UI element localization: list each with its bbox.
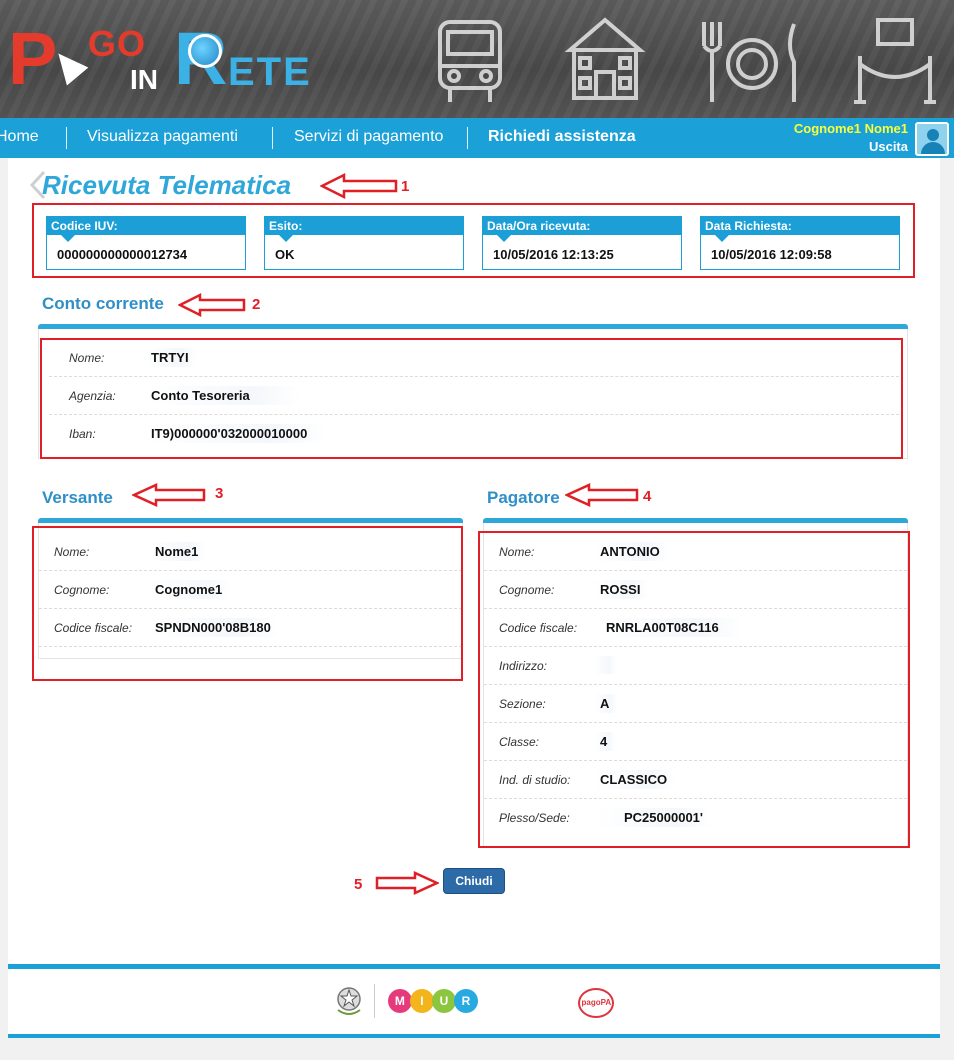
main-nav: Home Visualizza pagamenti Servizi di pag…: [0, 118, 954, 158]
annotation-arrow-2: [178, 292, 246, 318]
codice-iuv-value: 000000000000012734: [57, 247, 188, 262]
pagoinrete-logo[interactable]: P GO IN R ETE: [8, 20, 318, 100]
school-building-icon: [564, 17, 646, 100]
miur-letter: I: [409, 989, 434, 1013]
footer-logos: M I U R pagoPA: [334, 984, 615, 1023]
annotation-number-1: 1: [401, 178, 410, 195]
nav-richiedi-assistenza[interactable]: Richiedi assistenza: [488, 118, 636, 158]
esito-value: OK: [275, 247, 295, 262]
museum-rope-icon: [854, 18, 936, 104]
annotation-number-2: 2: [252, 296, 261, 313]
miur-letter: U: [431, 989, 456, 1013]
data-ricevuta-label: Data/Ora ricevuta:: [483, 217, 681, 242]
nav-divider: [272, 127, 273, 149]
nav-home[interactable]: Home: [0, 118, 39, 158]
logout-link[interactable]: Uscita: [869, 139, 908, 154]
annotation-number-5: 5: [354, 876, 363, 893]
annotation-arrow-3: [132, 483, 206, 507]
miur-letter: R: [453, 989, 478, 1013]
footer-top-line: [8, 964, 940, 969]
annotation-number-4: 4: [643, 488, 652, 505]
main-content: Ricevuta Telematica 1 Codice IUV: 000000…: [8, 158, 940, 1038]
annotation-number-3: 3: [215, 485, 224, 502]
header-banner: P GO IN R ETE: [0, 0, 954, 118]
close-button[interactable]: Chiudi: [443, 868, 505, 894]
pagatore-title: Pagatore: [487, 488, 560, 507]
data-richiesta-label: Data Richiesta:: [701, 217, 899, 242]
globe-icon: [188, 34, 222, 68]
nav-divider: [66, 127, 67, 149]
annotation-arrow-1: [320, 172, 398, 200]
nav-visualizza-pagamenti[interactable]: Visualizza pagamenti: [87, 118, 238, 158]
data-ricevuta-card: Data/Ora ricevuta: 10/05/2016 12:13:25: [482, 216, 682, 270]
school-bus-icon: [438, 20, 502, 102]
logo-go: GO: [88, 23, 147, 64]
miur-logo: M I U R: [387, 989, 478, 1013]
codice-iuv-card: Codice IUV: 000000000000012734: [46, 216, 246, 270]
data-ricevuta-value: 10/05/2016 12:13:25: [493, 247, 614, 262]
conto-corrente-title: Conto corrente: [42, 294, 164, 313]
logo-in: IN: [130, 64, 158, 95]
nav-divider: [467, 127, 468, 149]
data-richiesta-value: 10/05/2016 12:09:58: [711, 247, 832, 262]
user-avatar-icon[interactable]: [915, 122, 949, 156]
codice-iuv-label: Codice IUV:: [47, 217, 245, 242]
footer-divider: [374, 984, 376, 1018]
annotation-arrow-4: [565, 483, 639, 507]
annotation-box-3: [32, 526, 463, 681]
logo-ete: ETE: [228, 50, 312, 94]
page-title: Ricevuta Telematica: [42, 170, 292, 200]
pagopa-logo: pagoPA: [578, 988, 615, 1018]
nav-servizi-pagamento[interactable]: Servizi di pagamento: [294, 118, 443, 158]
esito-label: Esito:: [265, 217, 463, 242]
footer-bottom-line: [8, 1034, 940, 1038]
annotation-arrow-5: [375, 871, 439, 895]
user-name: Cognome1 Nome1: [793, 121, 908, 136]
versante-title: Versante: [42, 488, 113, 507]
italian-emblem-icon: [337, 987, 361, 1015]
miur-letter: M: [387, 989, 412, 1013]
annotation-box-4: [478, 531, 910, 848]
cutlery-plate-icon: [702, 22, 796, 102]
annotation-box-2: [40, 338, 903, 459]
esito-card: Esito: OK: [264, 216, 464, 270]
data-richiesta-card: Data Richiesta: 10/05/2016 12:09:58: [700, 216, 900, 270]
